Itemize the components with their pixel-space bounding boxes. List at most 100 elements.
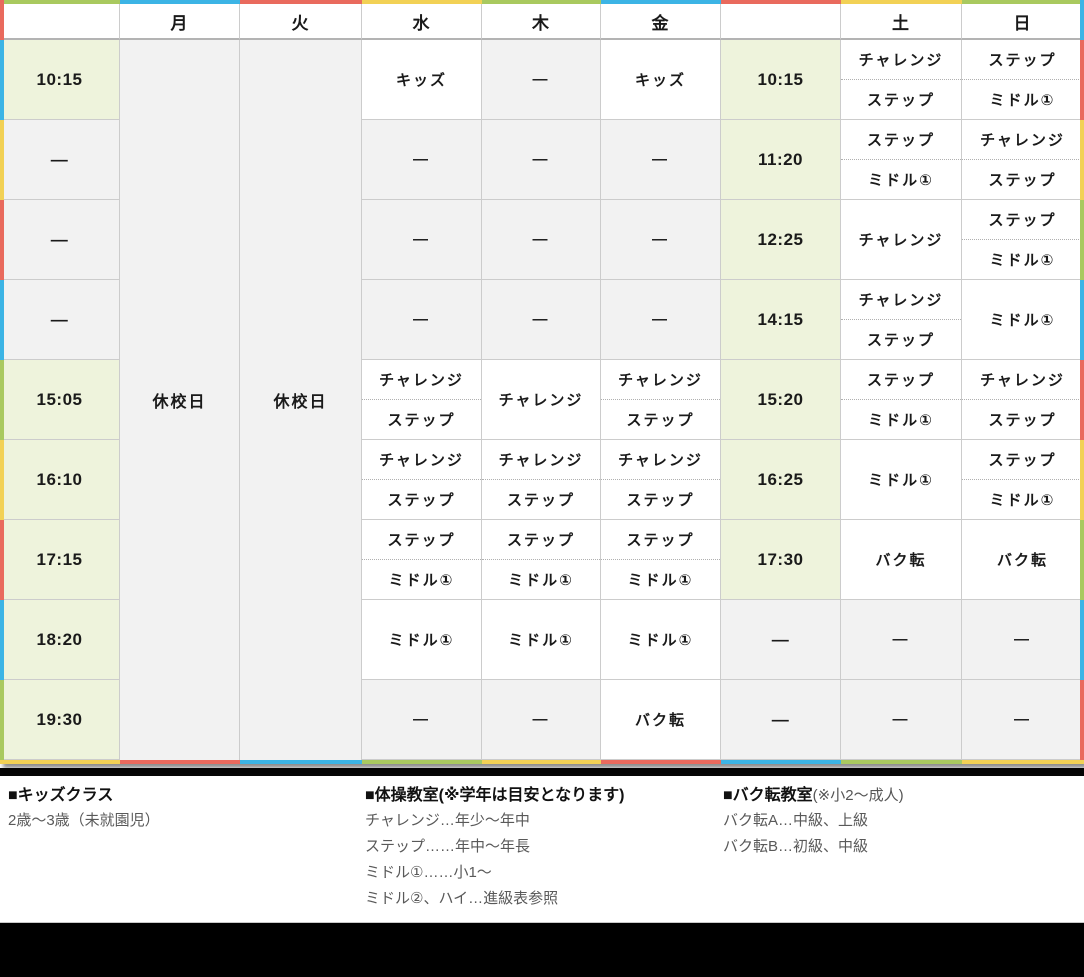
time-cell: 16:25 bbox=[721, 440, 841, 520]
class-label: キッズ bbox=[362, 40, 481, 119]
empty-slot-cell: — bbox=[841, 600, 962, 680]
class-cell: ミドル① bbox=[841, 440, 962, 520]
class-label: ステップ bbox=[841, 80, 961, 119]
table-left-border bbox=[0, 360, 4, 440]
table-bottom-border bbox=[0, 760, 120, 764]
time-label: 16:25 bbox=[721, 440, 840, 519]
table-right-border bbox=[1080, 600, 1084, 680]
empty-slot-mark: — bbox=[601, 200, 720, 279]
class-label: ステップ bbox=[841, 120, 961, 160]
class-cell-split: チャレンジステップ bbox=[962, 120, 1084, 200]
table-right-border bbox=[1080, 360, 1084, 440]
time-label: 10:15 bbox=[721, 40, 840, 119]
table-left-border bbox=[0, 280, 4, 360]
time-label: 14:15 bbox=[721, 280, 840, 359]
empty-slot-cell: — bbox=[601, 200, 721, 280]
class-label: チャレンジ bbox=[962, 360, 1083, 400]
class-label: ステップ bbox=[962, 40, 1083, 80]
empty-slot-mark: — bbox=[482, 280, 600, 359]
class-label: ステップ bbox=[362, 400, 481, 439]
time-cell: 17:30 bbox=[721, 520, 841, 600]
legend-title-text: ■バク転教室 bbox=[723, 787, 813, 804]
time-cell: 16:10 bbox=[0, 440, 120, 520]
class-cell-split: チャレンジステップ bbox=[362, 440, 482, 520]
legend-section: ■バク転教室(※小2〜成人)バク転A…中級、上級バク転B…初級、中級 bbox=[723, 784, 1073, 912]
class-label: ステップ bbox=[841, 320, 961, 359]
table-right-border bbox=[1080, 520, 1084, 600]
empty-slot-mark: — bbox=[482, 40, 600, 119]
empty-slot-cell: — bbox=[841, 680, 962, 760]
class-cell-split: ステップミドル① bbox=[962, 200, 1084, 280]
time-cell-empty: — bbox=[0, 280, 120, 360]
class-cell-split: チャレンジステップ bbox=[962, 360, 1084, 440]
legend-line: ステップ……年中〜年長 bbox=[365, 834, 723, 860]
class-cell: ミドル① bbox=[482, 600, 601, 680]
empty-slot-mark: — bbox=[601, 280, 720, 359]
class-cell-split: チャレンジステップ bbox=[841, 280, 962, 360]
legend-line: バク転B…初級、中級 bbox=[723, 834, 1073, 860]
class-label: チャレンジ bbox=[841, 40, 961, 80]
legend-section: ■キッズクラス2歳〜3歳（未就園児） bbox=[8, 784, 365, 912]
table-left-border bbox=[0, 40, 4, 120]
day-header: 日 bbox=[962, 4, 1084, 40]
class-cell-split: ステップミドル① bbox=[962, 440, 1084, 520]
class-cell: ミドル① bbox=[601, 600, 721, 680]
class-cell-split: ステップミドル① bbox=[601, 520, 721, 600]
legend-line: ミドル①……小1〜 bbox=[365, 860, 723, 886]
class-label: ミドル① bbox=[362, 600, 481, 679]
class-cell: チャレンジ bbox=[841, 200, 962, 280]
table-right-border bbox=[1080, 280, 1084, 360]
legend-line: ミドル②、ハイ…進級表参照 bbox=[365, 886, 723, 912]
class-label: チャレンジ bbox=[362, 440, 481, 480]
class-label: ステップ bbox=[841, 360, 961, 400]
time-cell: 14:15 bbox=[721, 280, 841, 360]
closed-day-cell: 休校日 bbox=[120, 40, 240, 760]
empty-slot-cell: — bbox=[362, 120, 482, 200]
legend-line: バク転A…中級、上級 bbox=[723, 808, 1073, 834]
day-header-label: 金 bbox=[652, 9, 670, 34]
day-header: 月 bbox=[120, 4, 240, 40]
table-right-border bbox=[1080, 200, 1084, 280]
time-label: 15:20 bbox=[721, 360, 840, 439]
class-cell-split: ステップミドル① bbox=[841, 120, 962, 200]
time-cell: 10:15 bbox=[721, 40, 841, 120]
class-label: ステップ bbox=[962, 200, 1083, 240]
empty-slot-mark: — bbox=[601, 120, 720, 199]
time-label: 18:20 bbox=[0, 600, 119, 679]
class-cell-split: ステップミドル① bbox=[482, 520, 601, 600]
table-left-border bbox=[0, 120, 4, 200]
table-left-border bbox=[0, 680, 4, 760]
time-label: 17:15 bbox=[0, 520, 119, 599]
day-header-label: 木 bbox=[532, 9, 550, 34]
class-cell: ミドル① bbox=[362, 600, 482, 680]
time-cell: 15:05 bbox=[0, 360, 120, 440]
table-left-border bbox=[0, 600, 4, 680]
time-cell: 18:20 bbox=[0, 600, 120, 680]
time-cell: 15:20 bbox=[721, 360, 841, 440]
empty-slot-mark: — bbox=[362, 120, 481, 199]
table-bottom-border bbox=[482, 760, 601, 764]
legend-title-text: ■キッズクラス bbox=[8, 787, 113, 804]
class-label: ステップ bbox=[962, 400, 1083, 439]
empty-slot-mark: — bbox=[362, 200, 481, 279]
legend-title: ■バク転教室(※小2〜成人) bbox=[723, 784, 1073, 808]
day-header-label: 日 bbox=[1014, 9, 1032, 34]
empty-slot-cell: — bbox=[362, 680, 482, 760]
class-label: ミドル① bbox=[362, 560, 481, 599]
class-cell: キッズ bbox=[362, 40, 482, 120]
class-cell-split: チャレンジステップ bbox=[601, 360, 721, 440]
table-bottom-border bbox=[841, 760, 962, 764]
class-label: チャレンジ bbox=[601, 440, 720, 480]
empty-slot-cell: — bbox=[962, 680, 1084, 760]
time-label: 19:30 bbox=[0, 680, 119, 759]
class-label: ミドル① bbox=[841, 400, 961, 439]
time-label: 16:10 bbox=[0, 440, 119, 519]
legend-line: チャレンジ…年少〜年中 bbox=[365, 808, 723, 834]
empty-slot-cell: — bbox=[482, 120, 601, 200]
class-cell-split: チャレンジステップ bbox=[601, 440, 721, 520]
class-cell: ミドル① bbox=[962, 280, 1084, 360]
day-header: 金 bbox=[601, 4, 721, 40]
empty-slot-mark: — bbox=[362, 280, 481, 359]
class-label: チャレンジ bbox=[841, 280, 961, 320]
empty-slot-mark: — bbox=[962, 680, 1083, 759]
